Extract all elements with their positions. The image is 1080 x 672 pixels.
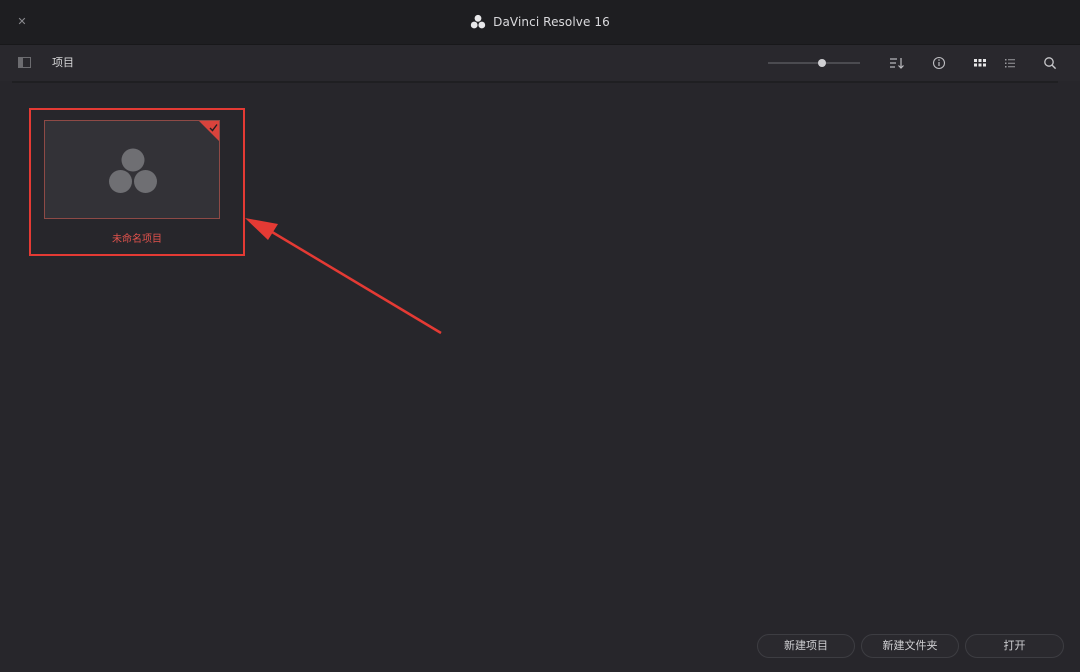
toolbar [0,45,1080,81]
selected-corner-icon [199,121,219,141]
grid-view-icon[interactable] [972,55,988,71]
project-thumbnail[interactable] [44,120,220,219]
davinci-logo-icon [109,148,157,193]
open-button[interactable]: 打开 [965,634,1064,658]
new-project-button[interactable]: 新建项目 [757,634,855,658]
window-title: DaVinci Resolve 16 [493,15,610,29]
title-bar: ✕ DaVinci Resolve 16 [0,0,1080,45]
project-card[interactable]: 未命名项目 [29,108,245,256]
zoom-slider[interactable] [768,56,860,70]
list-view-icon[interactable] [1002,55,1018,71]
sort-icon[interactable] [889,55,905,71]
davinci-logo-icon [470,14,486,29]
sidebar-toggle-icon[interactable] [18,57,31,68]
annotation-arrow [245,218,442,335]
window-title-group: DaVinci Resolve 16 [0,0,1080,44]
search-icon[interactable] [1042,55,1058,71]
section-title: 项目 [52,56,74,69]
new-folder-button[interactable]: 新建文件夹 [861,634,959,658]
toolbar-divider [12,81,1058,83]
info-icon[interactable] [931,55,947,71]
slider-handle[interactable] [818,59,826,67]
slider-track[interactable] [768,62,860,64]
project-name[interactable]: 未命名项目 [31,230,243,245]
